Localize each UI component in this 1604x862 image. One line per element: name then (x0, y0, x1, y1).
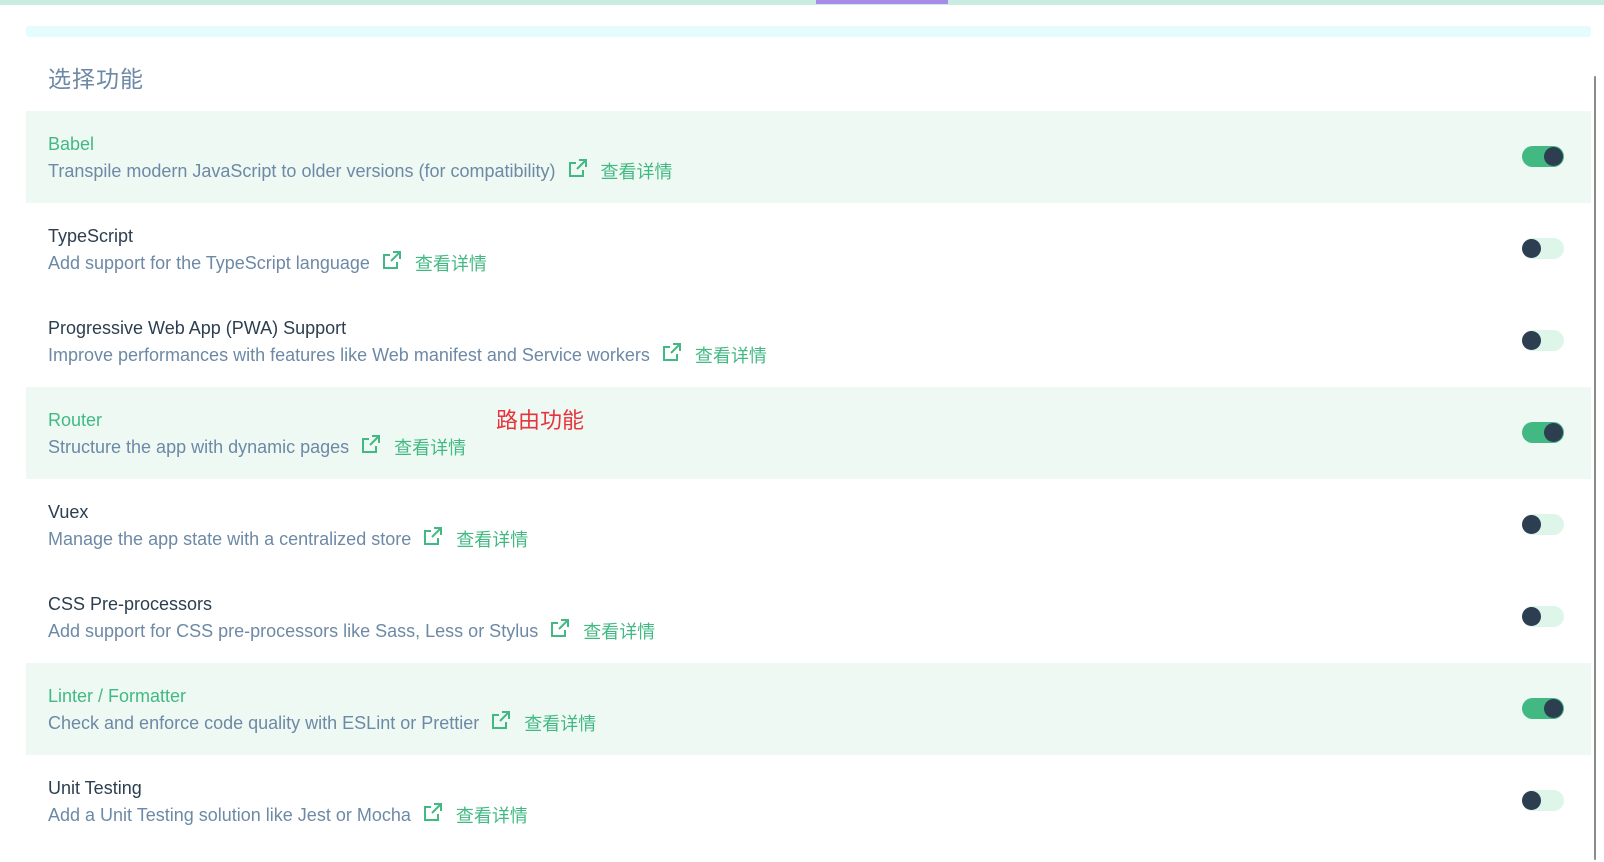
feature-description-line: Add a Unit Testing solution like Jest or… (48, 802, 528, 828)
external-link-icon[interactable] (550, 618, 570, 638)
toggle-knob (1522, 331, 1541, 350)
more-info-link[interactable]: 查看详情 (415, 250, 487, 276)
feature-toggle[interactable] (1522, 146, 1564, 167)
toggle-knob (1544, 423, 1563, 442)
feature-description-line: Manage the app state with a centralized … (48, 526, 528, 552)
feature-toggle[interactable] (1522, 698, 1564, 719)
feature-description-line: Transpile modern JavaScript to older ver… (48, 158, 673, 184)
feature-description: Add support for the TypeScript language (48, 252, 370, 273)
more-info-link[interactable]: 查看详情 (524, 710, 596, 736)
feature-name: Linter / Formatter (48, 686, 187, 706)
more-info-link[interactable]: 查看详情 (583, 618, 655, 644)
external-link-icon[interactable] (361, 434, 381, 454)
external-link-icon[interactable] (423, 802, 443, 822)
feature-description: Add a Unit Testing solution like Jest or… (48, 804, 411, 825)
toggle-knob (1522, 791, 1541, 810)
toggle-knob (1544, 699, 1563, 718)
external-link-icon[interactable] (491, 710, 511, 730)
active-tab-indicator (816, 0, 948, 4)
feature-toggle[interactable] (1522, 606, 1564, 627)
feature-item-vuex[interactable]: Vuex Manage the app state with a central… (26, 479, 1591, 571)
router-annotation: 路由功能 (496, 408, 585, 433)
feature-description-line: Check and enforce code quality with ESLi… (48, 710, 596, 736)
more-info-link[interactable]: 查看详情 (601, 158, 673, 184)
scrollbar-thumb[interactable] (1594, 76, 1596, 860)
feature-toggle[interactable] (1522, 514, 1564, 535)
feature-name: TypeScript (48, 226, 134, 246)
feature-item-unit-testing[interactable]: Unit Testing Add a Unit Testing solution… (26, 755, 1591, 847)
feature-item-css-preprocessors[interactable]: CSS Pre-processors Add support for CSS p… (26, 571, 1591, 663)
toggle-knob (1522, 607, 1541, 626)
toggle-knob (1522, 239, 1541, 258)
external-link-icon[interactable] (662, 342, 682, 362)
feature-item-linter-formatter[interactable]: Linter / Formatter Check and enforce cod… (26, 663, 1591, 755)
feature-item-pwa[interactable]: Progressive Web App (PWA) Support Improv… (26, 295, 1591, 387)
feature-description: Manage the app state with a centralized … (48, 528, 412, 549)
external-link-icon[interactable] (423, 526, 443, 546)
feature-description: Add support for CSS pre-processors like … (48, 620, 539, 641)
more-info-link[interactable]: 查看详情 (456, 802, 528, 828)
feature-name: Progressive Web App (PWA) Support (48, 318, 347, 338)
feature-name: Unit Testing (48, 778, 142, 798)
toggle-knob (1544, 147, 1563, 166)
feature-description: Check and enforce code quality with ESLi… (48, 712, 480, 733)
feature-item-typescript[interactable]: TypeScript Add support for the TypeScrip… (26, 203, 1591, 295)
feature-description-line: Structure the app with dynamic pages 查看详… (48, 434, 466, 460)
feature-item-router[interactable]: Router Structure the app with dynamic pa… (26, 387, 1591, 479)
external-link-icon[interactable] (568, 158, 588, 178)
feature-list: Babel Transpile modern JavaScript to old… (26, 111, 1591, 847)
feature-toggle[interactable] (1522, 790, 1564, 811)
feature-toggle[interactable] (1522, 238, 1564, 259)
external-link-icon[interactable] (382, 250, 402, 270)
info-strip (26, 26, 1591, 37)
feature-description: Improve performances with features like … (48, 344, 650, 365)
top-progress-bar (0, 0, 1604, 5)
more-info-link[interactable]: 查看详情 (394, 434, 466, 460)
feature-description-line: Add support for CSS pre-processors like … (48, 618, 655, 644)
more-info-link[interactable]: 查看详情 (695, 342, 767, 368)
feature-item-babel[interactable]: Babel Transpile modern JavaScript to old… (26, 111, 1591, 203)
feature-description-line: Add support for the TypeScript language … (48, 250, 487, 276)
feature-description-line: Improve performances with features like … (48, 342, 767, 368)
more-info-link[interactable]: 查看详情 (456, 526, 528, 552)
feature-name: CSS Pre-processors (48, 594, 213, 614)
feature-name: Babel (48, 134, 95, 154)
section-title: 选择功能 (48, 66, 144, 92)
feature-name: Router (48, 410, 103, 430)
toggle-knob (1522, 515, 1541, 534)
feature-name: Vuex (48, 502, 89, 522)
feature-toggle[interactable] (1522, 330, 1564, 351)
feature-description: Transpile modern JavaScript to older ver… (48, 160, 556, 181)
feature-toggle[interactable] (1522, 422, 1564, 443)
feature-description: Structure the app with dynamic pages (48, 436, 350, 457)
